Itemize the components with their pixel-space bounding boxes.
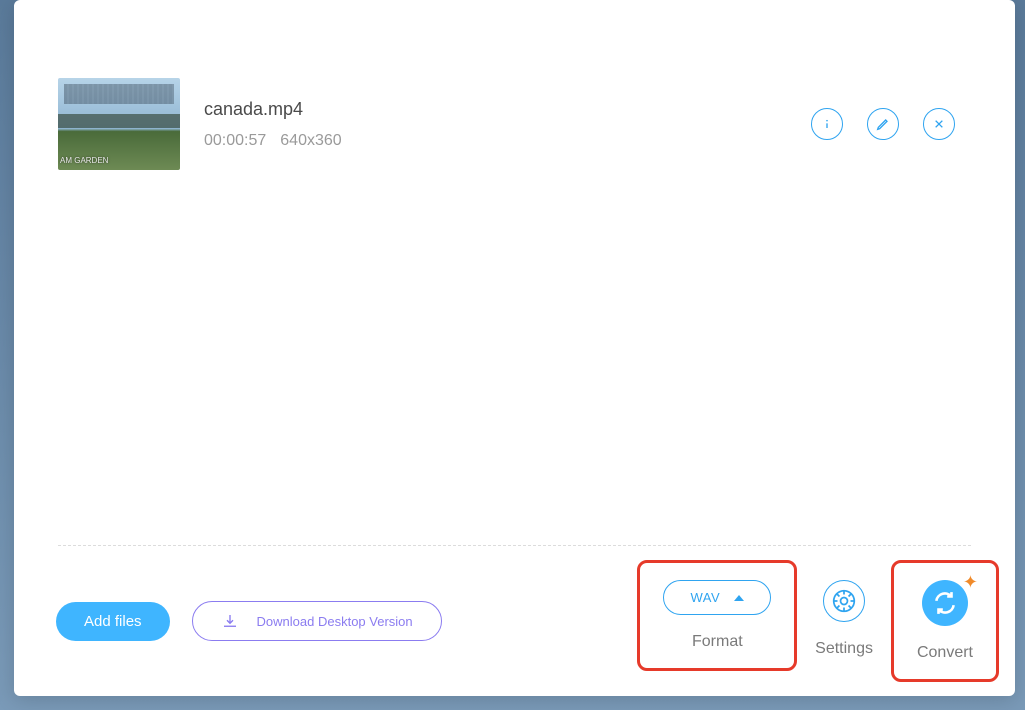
close-icon xyxy=(931,116,947,132)
format-value: WAV xyxy=(690,590,720,605)
gear-icon xyxy=(831,588,857,614)
file-name: canada.mp4 xyxy=(204,99,787,120)
edit-button[interactable] xyxy=(867,108,899,140)
settings-button[interactable] xyxy=(823,580,865,622)
settings-label: Settings xyxy=(815,640,873,658)
bottom-left-group: Add files Download Desktop Version xyxy=(56,601,442,641)
file-meta: 00:00:57 640x360 xyxy=(204,132,787,150)
remove-button[interactable] xyxy=(923,108,955,140)
bottom-bar: Add files Download Desktop Version WAV F… xyxy=(14,546,1015,696)
file-thumbnail[interactable]: AM GARDEN xyxy=(58,78,180,170)
file-text-block: canada.mp4 00:00:57 640x360 xyxy=(204,99,787,150)
format-label: Format xyxy=(692,633,743,651)
file-item: AM GARDEN canada.mp4 00:00:57 640x360 xyxy=(58,76,971,172)
format-select[interactable]: WAV xyxy=(663,580,771,615)
app-panel: AM GARDEN canada.mp4 00:00:57 640x360 xyxy=(14,0,1015,696)
download-desktop-button[interactable]: Download Desktop Version xyxy=(192,601,442,641)
info-icon xyxy=(819,116,835,132)
bottom-right-group: WAV Format xyxy=(663,580,973,662)
file-list: AM GARDEN canada.mp4 00:00:57 640x360 xyxy=(14,0,1015,545)
download-desktop-label: Download Desktop Version xyxy=(257,614,413,629)
add-files-button[interactable]: Add files xyxy=(56,602,170,641)
convert-label: Convert xyxy=(917,644,973,662)
convert-icon xyxy=(932,590,958,616)
convert-col: ✦ Convert xyxy=(917,580,973,662)
settings-col: Settings xyxy=(815,580,873,658)
star-icon: ✦ xyxy=(963,572,978,593)
convert-button[interactable]: ✦ xyxy=(922,580,968,626)
caret-up-icon xyxy=(734,595,744,601)
edit-icon xyxy=(875,116,891,132)
format-col: WAV Format xyxy=(663,580,771,651)
file-actions xyxy=(811,108,971,140)
info-button[interactable] xyxy=(811,108,843,140)
file-resolution: 640x360 xyxy=(280,132,341,150)
download-icon xyxy=(221,612,239,630)
thumbnail-label: AM GARDEN xyxy=(58,154,110,168)
format-highlight xyxy=(637,560,797,671)
file-duration: 00:00:57 xyxy=(204,132,266,150)
